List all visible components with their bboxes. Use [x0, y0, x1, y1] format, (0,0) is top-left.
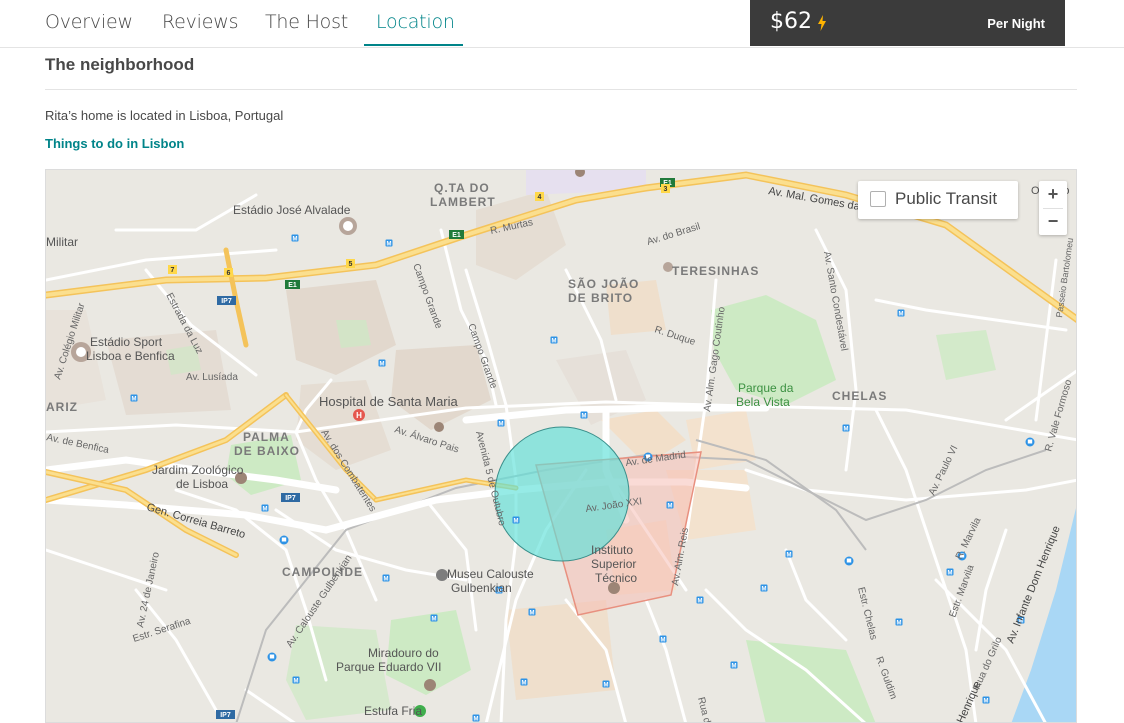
svg-text:Militar: Militar [46, 235, 78, 249]
svg-text:PALMA: PALMA [243, 430, 290, 444]
svg-text:E1: E1 [288, 282, 297, 289]
section-divider [45, 89, 1077, 90]
lightning-bolt-icon [818, 15, 826, 36]
svg-text:Parque da: Parque da [738, 381, 794, 395]
map-zoom-control: + − [1039, 181, 1067, 235]
svg-text:Bela Vista: Bela Vista [736, 395, 790, 409]
svg-text:DE BRITO: DE BRITO [568, 291, 633, 305]
svg-text:Hospital de Santa Maria: Hospital de Santa Maria [319, 394, 459, 409]
svg-text:Jardim Zoológico: Jardim Zoológico [152, 463, 244, 477]
zoom-out-button[interactable]: − [1039, 208, 1067, 235]
svg-text:LAMBERT: LAMBERT [430, 195, 496, 209]
zoom-in-button[interactable]: + [1039, 181, 1067, 208]
neighborhood-map[interactable]: M [45, 169, 1077, 723]
svg-text:6: 6 [227, 270, 231, 277]
svg-text:SÃO JOÃO: SÃO JOÃO [568, 276, 639, 291]
svg-text:E1: E1 [452, 232, 461, 239]
things-to-do-link[interactable]: Things to do in Lisbon [45, 136, 184, 151]
svg-text:Estufa Fria: Estufa Fria [364, 704, 422, 718]
public-transit-toggle[interactable]: Public Transit [858, 181, 1018, 219]
svg-text:DE BAIXO: DE BAIXO [234, 444, 300, 458]
svg-text:Estádio Sport: Estádio Sport [90, 335, 163, 349]
svg-text:IP7: IP7 [285, 495, 296, 502]
svg-text:3: 3 [664, 186, 668, 193]
svg-text:H: H [356, 411, 362, 420]
svg-text:Gulbenkian: Gulbenkian [451, 581, 512, 595]
map-canvas[interactable]: M [46, 170, 1077, 723]
svg-text:ARIZ: ARIZ [46, 400, 78, 414]
svg-text:Av. Lusíada: Av. Lusíada [186, 372, 238, 383]
tab-overview[interactable]: Overview [45, 11, 133, 33]
svg-text:TERESINHAS: TERESINHAS [672, 264, 759, 278]
price-amount: $62 [770, 9, 812, 34]
svg-text:Técnico: Técnico [595, 571, 637, 585]
svg-text:IP7: IP7 [220, 712, 231, 719]
tab-the-host[interactable]: The Host [265, 11, 348, 33]
svg-text:CHELAS: CHELAS [832, 389, 887, 403]
svg-text:Estádio José Alvalade: Estádio José Alvalade [233, 203, 351, 217]
public-transit-checkbox[interactable] [870, 191, 886, 207]
svg-text:4: 4 [538, 194, 542, 201]
svg-text:IP7: IP7 [221, 298, 232, 305]
public-transit-label: Public Transit [895, 189, 998, 208]
svg-text:CAMPOLIDE: CAMPOLIDE [282, 565, 363, 579]
svg-text:Miradouro do: Miradouro do [368, 646, 439, 660]
svg-text:Instituto: Instituto [591, 543, 633, 557]
location-text: Rita’s home is located in Lisboa, Portug… [45, 108, 284, 123]
svg-text:5: 5 [349, 261, 353, 268]
per-night-label: Per Night [987, 16, 1045, 31]
listing-location-circle [494, 426, 630, 562]
active-tab-indicator [364, 44, 463, 46]
tab-location[interactable]: Location [376, 11, 455, 33]
svg-text:7: 7 [171, 267, 175, 274]
svg-text:Parque Eduardo VII: Parque Eduardo VII [336, 660, 441, 674]
svg-text:Lisboa e Benfica: Lisboa e Benfica [86, 349, 175, 363]
price-box: $62 Per Night [750, 0, 1065, 46]
svg-text:Q.TA DO: Q.TA DO [434, 181, 490, 195]
tab-reviews[interactable]: Reviews [162, 11, 238, 33]
svg-text:Museu Calouste: Museu Calouste [447, 567, 534, 581]
section-title: The neighborhood [45, 55, 195, 74]
svg-text:Superior: Superior [591, 557, 636, 571]
svg-text:de Lisboa: de Lisboa [176, 477, 228, 491]
